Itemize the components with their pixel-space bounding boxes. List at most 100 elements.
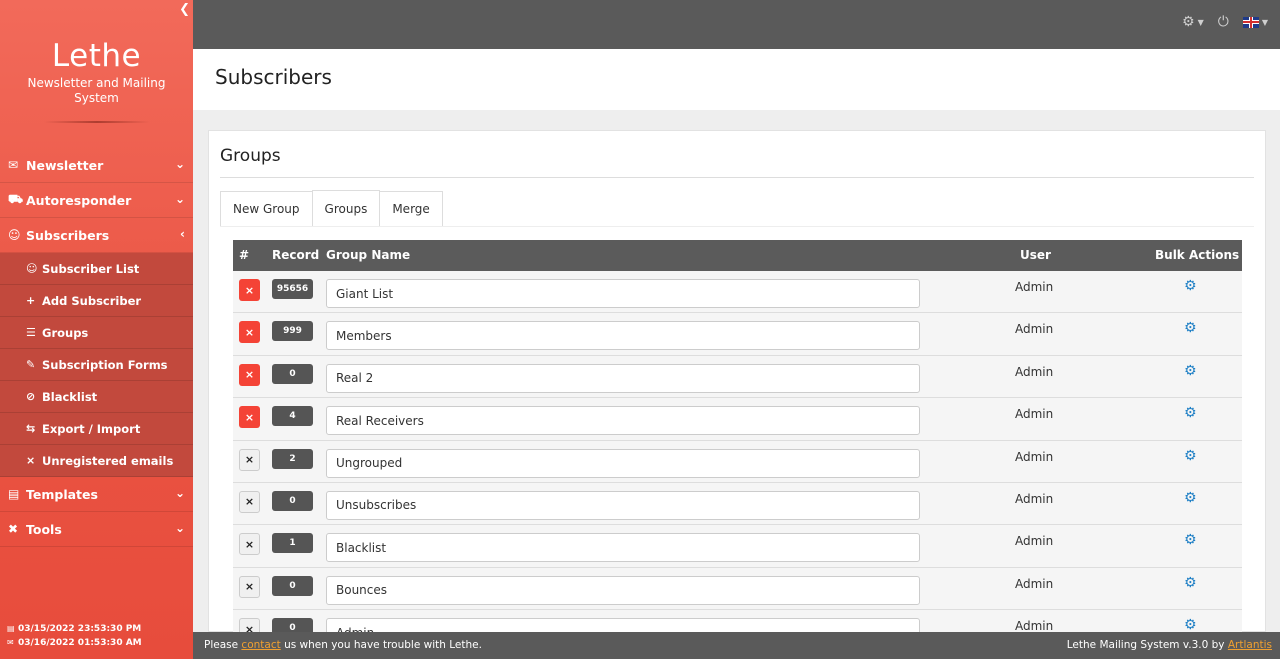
chevron-down-icon: ⌄ <box>174 521 185 535</box>
sidebar-menu: ✉ Newsletter ⌄ ⛟ Autoresponder ⌄ ☺ Subsc… <box>0 148 193 547</box>
sidebar-subitem-export-import[interactable]: ⇆ Export / Import <box>0 413 193 445</box>
author-link[interactable]: Artlantis <box>1228 639 1272 651</box>
sidebar-item-newsletter[interactable]: ✉ Newsletter ⌄ <box>0 148 193 183</box>
sidebar-subitem-label: Groups <box>42 325 89 340</box>
topbar: ⚙ ▼ ⏻ ▼ <box>193 0 1280 49</box>
sidebar-subitem-label: Subscription Forms <box>42 357 168 372</box>
tab-new-group[interactable]: New Group <box>220 191 313 227</box>
group-name-input[interactable] <box>326 321 920 351</box>
gear-icon[interactable]: ⚙ <box>1184 533 1198 547</box>
list-icon: ☰ <box>26 326 36 339</box>
record-count-badge: 4 <box>272 406 313 427</box>
gear-icon[interactable]: ⚙ <box>1184 449 1198 463</box>
plus-icon: + <box>26 294 36 307</box>
gear-icon[interactable]: ⚙ <box>1184 576 1198 590</box>
ban-icon: ⊘ <box>26 390 36 403</box>
user-slash-icon: ⨯ <box>26 454 36 467</box>
record-count-badge: 0 <box>272 490 313 511</box>
sidebar-item-autoresponder[interactable]: ⛟ Autoresponder ⌄ <box>0 183 193 218</box>
table-row: × 0 Admin ⚙ <box>233 482 1242 526</box>
table-row: × 2 Admin ⚙ <box>233 440 1242 483</box>
delete-group-button[interactable]: × <box>239 321 260 344</box>
edit-icon: ✎ <box>26 358 36 371</box>
paint-roller-icon: ▤ <box>8 487 20 501</box>
sidebar-subitem-groups[interactable]: ☰ Groups <box>0 317 193 349</box>
users-icon: ☺ <box>26 262 38 275</box>
chevron-down-icon: ⌄ <box>174 157 185 171</box>
sidebar-subitem-label: Export / Import <box>42 421 141 436</box>
group-user: Admin <box>1015 576 1054 591</box>
envelope-icon: ✉ <box>7 638 14 647</box>
table-body: × 95656 Admin ⚙ × 999 Admin ⚙ × 0 Admin ⚙ × 4 Admin ⚙ × 2… <box>233 271 1242 653</box>
settings-dropdown[interactable]: ⚙ ▼ <box>1182 14 1204 30</box>
footer: Please contact us when you have trouble … <box>193 632 1280 659</box>
group-name-input[interactable] <box>326 533 920 563</box>
footer-text: us when you have trouble with Lethe. <box>284 639 482 651</box>
table-row: × 4 Admin ⚙ <box>233 398 1242 441</box>
delete-group-button[interactable]: × <box>239 575 260 598</box>
group-user: Admin <box>1015 407 1054 422</box>
sidebar-subitem-unregistered-emails[interactable]: ⨯ Unregistered emails <box>0 445 193 477</box>
sidebar-subitem-subscriber-list[interactable]: ☺ Subscriber List <box>0 253 193 285</box>
group-name-input[interactable] <box>326 448 920 478</box>
group-user: Admin <box>1015 534 1054 549</box>
gear-icon[interactable]: ⚙ <box>1184 491 1198 505</box>
table-header: # Record Group Name User Bulk Actions <box>233 240 1242 271</box>
footer-help: Please contact us when you have trouble … <box>204 639 482 651</box>
contact-link[interactable]: contact <box>241 639 280 651</box>
page-header: Subscribers <box>193 49 1280 110</box>
delete-group-button[interactable]: × <box>239 533 260 556</box>
group-user: Admin <box>1015 449 1054 464</box>
delete-group-button[interactable]: × <box>239 279 260 301</box>
caret-down-icon: ▼ <box>1197 17 1204 27</box>
sidebar-item-subscribers[interactable]: ☺ Subscribers ‹ <box>0 218 193 253</box>
language-dropdown[interactable]: ▼ <box>1242 14 1268 30</box>
table-row: × 95656 Admin ⚙ <box>233 271 1242 314</box>
group-name-input[interactable] <box>326 279 920 308</box>
delete-group-button[interactable]: × <box>239 363 260 386</box>
page-title: Subscribers <box>215 65 332 89</box>
col-header-user: User <box>1020 248 1051 262</box>
gear-icon[interactable]: ⚙ <box>1184 618 1198 632</box>
delete-group-button[interactable]: × <box>239 490 260 513</box>
gear-icon[interactable]: ⚙ <box>1184 279 1198 293</box>
chevron-down-icon: ⌄ <box>174 192 185 206</box>
panel-title: Groups <box>220 146 281 166</box>
gear-icon[interactable]: ⚙ <box>1184 321 1198 335</box>
gear-icon: ⚙ <box>1182 14 1195 30</box>
sidebar-item-tools[interactable]: ✖ Tools ⌄ <box>0 512 193 547</box>
group-user: Admin <box>1015 280 1054 294</box>
envelope-icon: ✉ <box>8 158 19 172</box>
sidebar-item-label: Newsletter <box>26 157 104 173</box>
server-time: 03/15/2022 23:53:30 PM <box>18 624 142 634</box>
gear-icon[interactable]: ⚙ <box>1184 364 1198 378</box>
sidebar-collapse-icon[interactable]: ❮ <box>179 2 190 17</box>
tab-merge[interactable]: Merge <box>379 191 443 227</box>
col-header-group-name: Group Name <box>326 248 411 262</box>
footer-version: Lethe Mailing System v.3.0 by Artlantis <box>1067 639 1272 651</box>
group-name-input[interactable] <box>326 406 920 436</box>
sidebar-item-label: Tools <box>26 521 62 537</box>
divider <box>220 177 1254 178</box>
local-time: 03/16/2022 01:53:30 AM <box>18 638 142 648</box>
brand-divider <box>43 121 150 123</box>
delete-group-button[interactable]: × <box>239 406 260 429</box>
col-header-record: Record <box>272 248 320 262</box>
power-icon[interactable]: ⏻ <box>1218 14 1229 30</box>
col-header-bulk-actions[interactable]: Bulk Actions <box>1155 248 1239 262</box>
group-name-input[interactable] <box>326 575 920 605</box>
group-name-input[interactable] <box>326 490 920 520</box>
sidebar-item-templates[interactable]: ▤ Templates ⌄ <box>0 477 193 512</box>
sidebar-subitem-subscription-forms[interactable]: ✎ Subscription Forms <box>0 349 193 381</box>
group-name-input[interactable] <box>326 363 920 393</box>
sidebar-subitem-blacklist[interactable]: ⊘ Blacklist <box>0 381 193 413</box>
sidebar-subitem-add-subscriber[interactable]: + Add Subscriber <box>0 285 193 317</box>
gear-icon[interactable]: ⚙ <box>1184 406 1198 420</box>
tab-bar: New Group Groups Merge <box>220 190 443 227</box>
group-user: Admin <box>1015 322 1054 337</box>
record-count-badge: 0 <box>272 575 313 596</box>
table-row: × 0 Admin ⚙ <box>233 355 1242 399</box>
delete-group-button[interactable]: × <box>239 448 260 471</box>
tab-groups[interactable]: Groups <box>311 190 381 227</box>
record-count-badge: 2 <box>272 448 313 469</box>
